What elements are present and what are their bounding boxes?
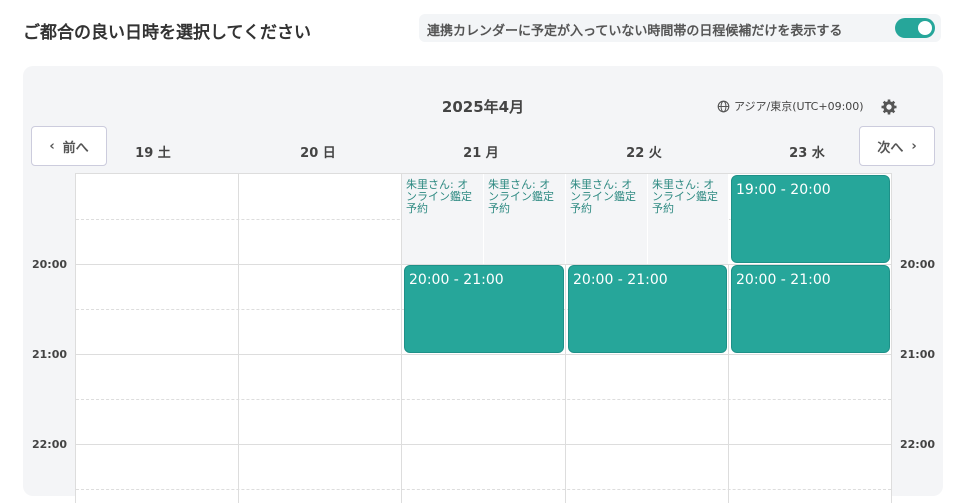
week-grid: 朱里さん: オンライン鑑定予約 朱里さん: オンライン鑑定予約 朱里さん: オン… (75, 173, 892, 503)
next-label: 次へ (877, 140, 904, 156)
day-header: 22 火 (626, 146, 662, 161)
hour-label: 21:00 (32, 348, 68, 361)
time-slot[interactable]: 19:00 - 20:00 (731, 175, 890, 263)
hour-line (76, 444, 891, 445)
day-header: 21 月 (463, 146, 499, 161)
day-header: 20 日 (300, 146, 336, 161)
day-header: 19 土 (135, 146, 171, 161)
next-button[interactable]: 次へ › (859, 126, 935, 166)
hour-label: 20:00 (32, 258, 68, 271)
busy-event: 朱里さん: オンライン鑑定予約 (566, 174, 648, 264)
half-hour-line (76, 399, 891, 400)
availability-toggle[interactable] (895, 18, 935, 38)
prev-button[interactable]: ‹ 前へ (31, 126, 107, 166)
busy-event: 朱里さん: オンライン鑑定予約 (402, 174, 484, 264)
day-column (239, 174, 402, 503)
gear-icon[interactable] (881, 99, 897, 115)
filter-label: 連携カレンダーに予定が入っていない時間帯の日程候補だけを表示する (427, 24, 843, 39)
busy-event: 朱里さん: オンライン鑑定予約 (648, 174, 729, 264)
hour-label: 22:00 (32, 438, 68, 451)
timezone-display: アジア/東京(UTC+09:00) (717, 98, 864, 114)
time-slot[interactable]: 20:00 - 21:00 (404, 265, 564, 353)
hour-label: 22:00 (900, 438, 936, 451)
time-slot[interactable]: 20:00 - 21:00 (731, 265, 890, 353)
half-hour-line (76, 489, 891, 490)
timezone-label: アジア/東京(UTC+09:00) (734, 100, 864, 113)
availability-filter: 連携カレンダーに予定が入っていない時間帯の日程候補だけを表示する (419, 14, 941, 42)
hour-label: 20:00 (900, 258, 936, 271)
time-slot[interactable]: 20:00 - 21:00 (568, 265, 727, 353)
toggle-knob (918, 21, 932, 35)
page-title: ご都合の良い日時を選択してください (23, 23, 311, 43)
hour-line (76, 354, 891, 355)
chevron-left-icon: ‹ (49, 138, 55, 154)
globe-icon (717, 100, 730, 112)
calendar-panel: 2025年4月 アジア/東京(UTC+09:00) ‹ 前へ 次へ › 19 土… (23, 66, 943, 503)
day-header: 23 水 (789, 146, 825, 161)
chevron-right-icon: › (911, 138, 917, 154)
hour-label: 21:00 (900, 348, 936, 361)
busy-event: 朱里さん: オンライン鑑定予約 (484, 174, 566, 264)
prev-label: 前へ (62, 140, 89, 156)
day-column (76, 174, 239, 503)
